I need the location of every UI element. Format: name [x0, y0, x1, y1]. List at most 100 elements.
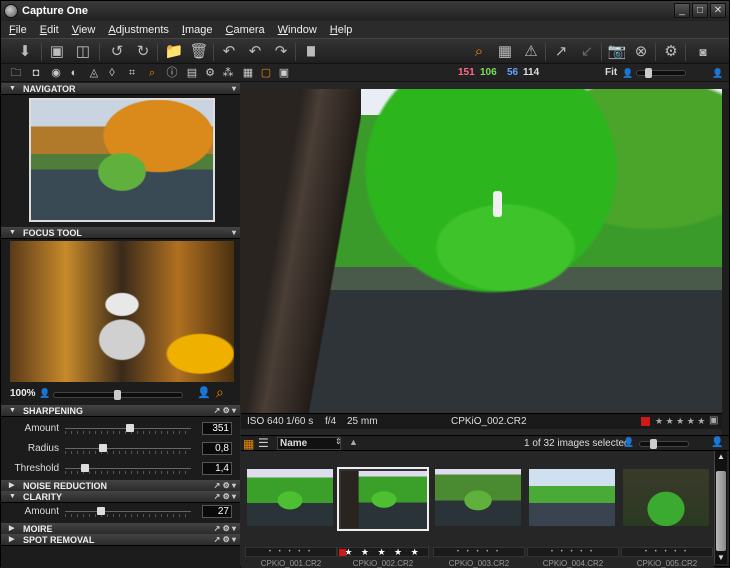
sort-select[interactable]: Name [277, 437, 341, 450]
menu-window[interactable]: Window [278, 24, 317, 36]
menu-help[interactable]: Help [330, 24, 353, 36]
thumbnail-4[interactable] [527, 467, 619, 531]
thumbnail-4-rating[interactable]: • • • • • [527, 547, 619, 557]
thumbnail-view-icon[interactable]: ▦ [243, 437, 254, 451]
color-tab-icon[interactable]: ◉ [49, 66, 63, 80]
clarity-amount-knob[interactable] [97, 507, 105, 515]
viewer-zoom-knob[interactable] [645, 68, 652, 78]
viewer-rating[interactable]: ★ ★ ★ ★ ★ [655, 416, 705, 427]
focus-tool-header[interactable]: ▼ FOCUS TOOL ▾ [1, 227, 240, 239]
panel-tools-icon[interactable]: ↗ ⚙ ▾ [214, 491, 236, 503]
color-tag-icon[interactable] [641, 417, 650, 426]
warning-icon[interactable]: ⚠ [521, 42, 541, 62]
list-view-icon[interactable]: ☰ [258, 436, 269, 450]
panel-tools-icon[interactable]: ↗ ⚙ ▾ [214, 534, 236, 546]
sort-direction-icon[interactable]: ▲ [349, 437, 358, 447]
focus-zoom-knob[interactable] [114, 390, 121, 400]
metadata-tab-icon[interactable]: ⓘ [165, 66, 179, 80]
clarity-amount-track[interactable] [65, 511, 191, 512]
camera-icon[interactable]: 📷 [607, 42, 627, 62]
layout-grid-icon[interactable]: ▦ [241, 66, 255, 80]
sharpening-threshold-knob[interactable] [81, 464, 89, 472]
capture-tab-icon[interactable]: ◘ [29, 66, 43, 80]
compare-frame-icon[interactable]: ▣ [277, 66, 291, 80]
redo-icon[interactable]: ↷ [271, 42, 291, 62]
sort-spinner-icon[interactable]: ⇕ [335, 437, 342, 446]
crop-tab-icon[interactable]: ⌗ [125, 66, 139, 80]
menu-file[interactable]: File [9, 24, 27, 36]
navigator-header[interactable]: ▼ NAVIGATOR ▾ [1, 83, 240, 95]
copy-adjustments-icon[interactable]: ▇ [301, 42, 321, 62]
thumbnail-2-rating[interactable]: ★ ★ ★ ★ ★ [337, 547, 429, 557]
zoom-out-icon[interactable]: 👤 [39, 388, 50, 399]
exposure-tab-icon[interactable]: ◐ [67, 66, 81, 80]
sharpening-header[interactable]: ▼ SHARPENING ↗ ⚙ ▾ [1, 405, 240, 417]
zoom-in-icon[interactable]: 👤 [197, 386, 211, 399]
clarity-header[interactable]: ▼ CLARITY ↗ ⚙ ▾ [1, 491, 240, 503]
sharpening-threshold-value[interactable]: 1,4 [202, 462, 232, 475]
import-arrow-icon[interactable]: ↙ [577, 42, 597, 62]
image-viewer[interactable] [241, 89, 722, 413]
sharpening-radius-value[interactable]: 0,8 [202, 442, 232, 455]
view-single-icon[interactable]: ▣ [47, 42, 67, 62]
sharpening-amount-knob[interactable] [126, 424, 134, 432]
trash-icon[interactable]: 🗑 [189, 42, 209, 62]
scroll-down-icon[interactable]: ▼ [716, 553, 726, 563]
settings-tab-icon[interactable]: ⚙ [203, 66, 217, 80]
spot-removal-header[interactable]: ▶ SPOT REMOVAL ↗ ⚙ ▾ [1, 534, 240, 546]
sharpening-radius-knob[interactable] [99, 444, 107, 452]
thumbnail-size-knob[interactable] [650, 439, 657, 449]
thumbnail-2-selected[interactable] [337, 467, 429, 531]
panel-tools-icon[interactable]: ↗ ⚙ ▾ [214, 405, 236, 417]
tethered-icon[interactable]: ◙ [693, 42, 713, 62]
lens-tab-icon[interactable]: ◬ [87, 66, 101, 80]
details-tab-icon[interactable]: ⌕ [145, 66, 159, 80]
thumbnail-3[interactable] [433, 467, 525, 531]
close-button[interactable]: ✕ [710, 3, 726, 18]
focus-loupe-icon[interactable]: ⌕ [216, 384, 224, 401]
zoom-icon[interactable]: ⌕ [469, 42, 489, 62]
menu-camera[interactable]: Camera [226, 24, 265, 36]
output-tab-icon[interactable]: ▤ [185, 66, 199, 80]
menu-view[interactable]: View [72, 24, 96, 36]
fit-label[interactable]: Fit [605, 67, 617, 78]
thumbnail-3-rating[interactable]: • • • • • [433, 547, 525, 557]
undo-icon[interactable]: ↶ [245, 42, 265, 62]
thumbnail-5[interactable] [621, 467, 713, 531]
thumbnail-1[interactable] [245, 467, 337, 531]
viewer-zoom-slider[interactable] [636, 68, 686, 78]
thumbnail-size-slider[interactable] [639, 439, 689, 449]
thumbnail-5-rating[interactable]: • • • • • [621, 547, 713, 557]
undo-all-icon[interactable]: ↶ [219, 42, 239, 62]
scroll-up-icon[interactable]: ▲ [716, 452, 726, 462]
library-tab-icon[interactable]: 🗀 [9, 66, 23, 80]
view-multi-icon[interactable]: ◫ [73, 42, 93, 62]
single-frame-icon[interactable]: ▢ [259, 66, 273, 80]
import-icon[interactable]: ⬇ [15, 42, 35, 62]
move-folder-icon[interactable]: 📁 [164, 42, 184, 62]
rotate-right-icon[interactable]: ↻ [133, 42, 153, 62]
batch-tab-icon[interactable]: ⁂ [221, 66, 235, 80]
gear-icon[interactable]: ⚙ [661, 42, 681, 62]
export-icon[interactable]: ↗ [551, 42, 571, 62]
maximize-button[interactable]: □ [692, 3, 708, 18]
sharpening-radius-track[interactable] [65, 448, 191, 449]
thumbnail-2-color-tag[interactable] [339, 549, 346, 556]
grid-icon[interactable]: ▦ [495, 42, 515, 62]
focus-preview[interactable] [10, 241, 234, 382]
browser-scrollbar[interactable]: ▲ ▼ [714, 451, 727, 564]
scroll-thumb[interactable] [716, 471, 726, 551]
panel-menu-icon[interactable]: ▾ [232, 227, 236, 239]
menu-adjustments[interactable]: Adjustments [108, 24, 169, 36]
minimize-button[interactable]: _ [674, 3, 690, 18]
focus-zoom-slider[interactable] [53, 390, 183, 400]
thumbnail-1-rating[interactable]: • • • • • [245, 547, 337, 557]
sharpening-amount-value[interactable]: 351 [202, 422, 232, 435]
menu-image[interactable]: Image [182, 24, 213, 36]
clarity-amount-value[interactable]: 27 [202, 505, 232, 518]
focus-tab-icon[interactable]: ◊ [105, 66, 119, 80]
menu-edit[interactable]: Edit [40, 24, 59, 36]
navigator-preview[interactable] [29, 98, 215, 222]
cancel-icon[interactable]: ⊗ [631, 42, 651, 62]
panel-menu-icon[interactable]: ▾ [232, 83, 236, 95]
